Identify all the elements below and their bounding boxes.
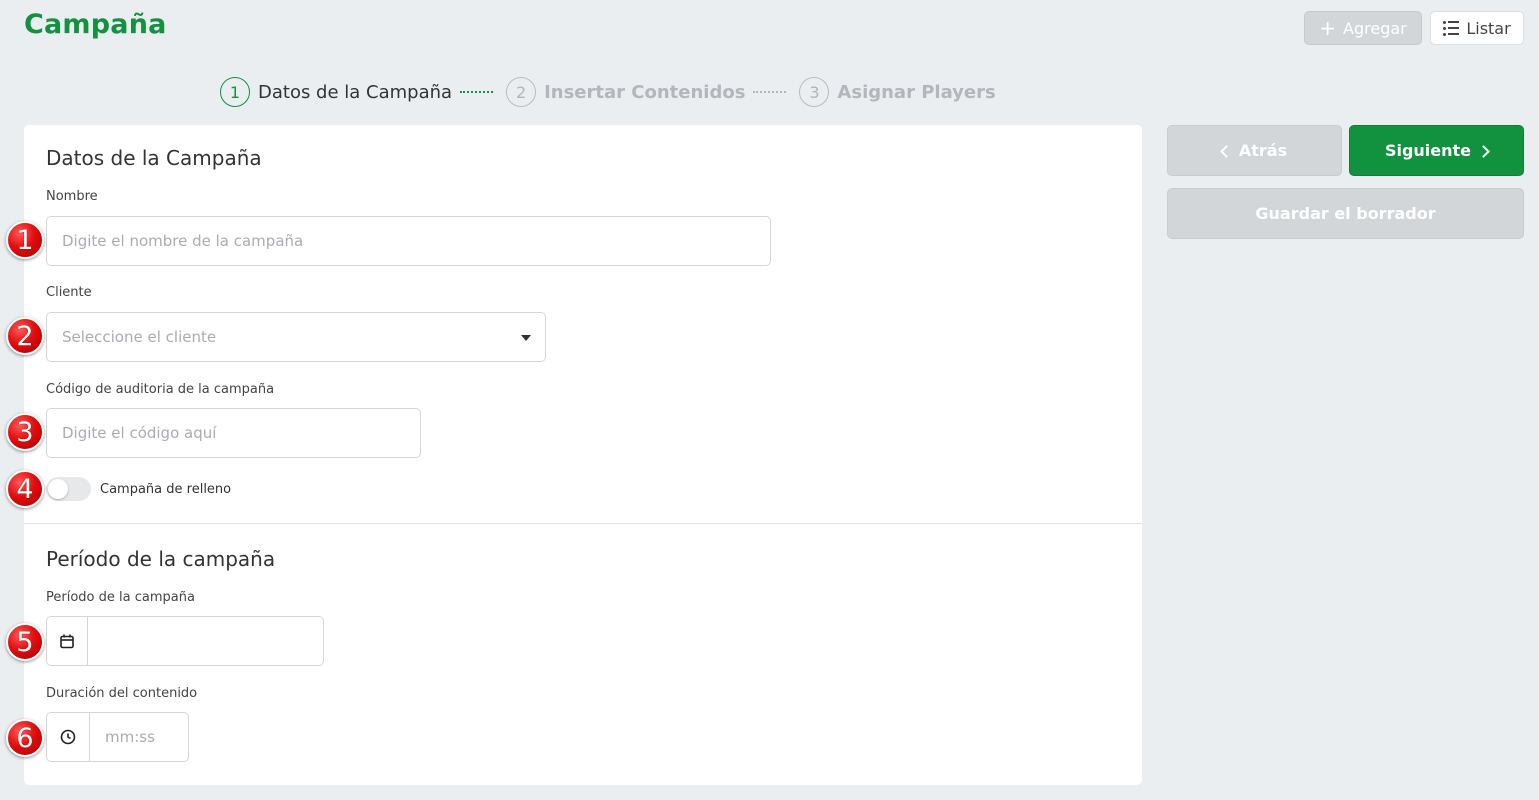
annotation-marker-1: 1	[6, 221, 44, 259]
add-button[interactable]: + Agregar	[1304, 11, 1422, 45]
calendar-icon	[60, 634, 74, 648]
duration-placeholder: mm:ss	[105, 728, 155, 746]
step-assign-players[interactable]: 3 Asignar Players	[799, 77, 996, 107]
save-draft-label: Guardar el borrador	[1255, 204, 1436, 223]
side-actions: Atrás Siguiente Guardar el borrador	[1167, 125, 1524, 239]
list-button-label: Listar	[1466, 18, 1511, 38]
section-title-period: Período de la campaña	[46, 547, 276, 571]
section-title-campaign-data: Datos de la Campaña	[46, 146, 262, 170]
step-number: 3	[799, 77, 830, 107]
chevron-right-icon	[1477, 145, 1490, 158]
clock-addon	[47, 713, 90, 761]
step-connector	[753, 91, 787, 93]
calendar-addon[interactable]	[47, 617, 88, 665]
next-button[interactable]: Siguiente	[1349, 125, 1524, 176]
next-button-label: Siguiente	[1384, 141, 1472, 160]
duration-input[interactable]: mm:ss	[46, 712, 189, 762]
client-select[interactable]: Seleccione el cliente	[46, 312, 546, 362]
period-value	[88, 617, 323, 665]
period-label: Período de la campaña	[46, 590, 195, 605]
campaign-form-card: Datos de la Campaña Nombre Digite el nom…	[24, 125, 1142, 785]
step-label: Insertar Contenidos	[544, 81, 746, 103]
annotation-marker-5: 5	[6, 623, 44, 661]
client-label: Cliente	[46, 285, 92, 300]
list-button[interactable]: Listar	[1430, 11, 1524, 45]
section-divider	[24, 523, 1142, 524]
step-campaign-data[interactable]: 1 Datos de la Campaña	[220, 77, 452, 107]
step-number: 1	[220, 77, 250, 107]
clock-icon	[60, 729, 76, 745]
save-draft-button[interactable]: Guardar el borrador	[1167, 188, 1524, 239]
step-number: 2	[506, 77, 537, 107]
period-date-input[interactable]	[46, 616, 324, 666]
toggle-knob	[48, 479, 68, 499]
name-input[interactable]: Digite el nombre de la campaña	[46, 216, 771, 266]
caret-down-icon	[521, 335, 531, 341]
back-button-label: Atrás	[1238, 141, 1288, 160]
chevron-left-icon	[1220, 145, 1233, 158]
fill-campaign-toggle[interactable]	[46, 477, 91, 501]
step-label: Datos de la Campaña	[258, 81, 453, 103]
back-button[interactable]: Atrás	[1167, 125, 1342, 176]
annotation-marker-2: 2	[6, 317, 44, 355]
step-label: Asignar Players	[837, 81, 996, 103]
annotation-marker-3: 3	[6, 413, 44, 451]
fill-campaign-label: Campaña de relleno	[100, 481, 232, 497]
top-actions: + Agregar Listar	[1304, 11, 1524, 45]
name-placeholder: Digite el nombre de la campaña	[62, 232, 304, 250]
add-button-label: Agregar	[1343, 18, 1407, 38]
audit-code-placeholder: Digite el código aquí	[62, 424, 217, 442]
annotation-marker-4: 4	[6, 470, 44, 508]
client-placeholder: Seleccione el cliente	[62, 328, 217, 346]
annotation-marker-6: 6	[6, 719, 44, 757]
step-insert-contents[interactable]: 2 Insertar Contenidos	[506, 77, 745, 107]
stepper: 1 Datos de la Campaña 2 Insertar Conteni…	[220, 77, 996, 107]
nav-buttons: Atrás Siguiente	[1167, 125, 1524, 176]
step-connector	[460, 91, 494, 93]
list-icon	[1443, 20, 1460, 36]
duration-label: Duración del contenido	[46, 686, 198, 701]
plus-icon: +	[1319, 16, 1337, 40]
fill-campaign-row: Campaña de relleno	[46, 477, 231, 501]
page-title: Campaña	[24, 9, 167, 40]
name-label: Nombre	[46, 189, 98, 204]
audit-code-label: Código de auditoria de la campaña	[46, 382, 275, 397]
audit-code-input[interactable]: Digite el código aquí	[46, 408, 421, 458]
